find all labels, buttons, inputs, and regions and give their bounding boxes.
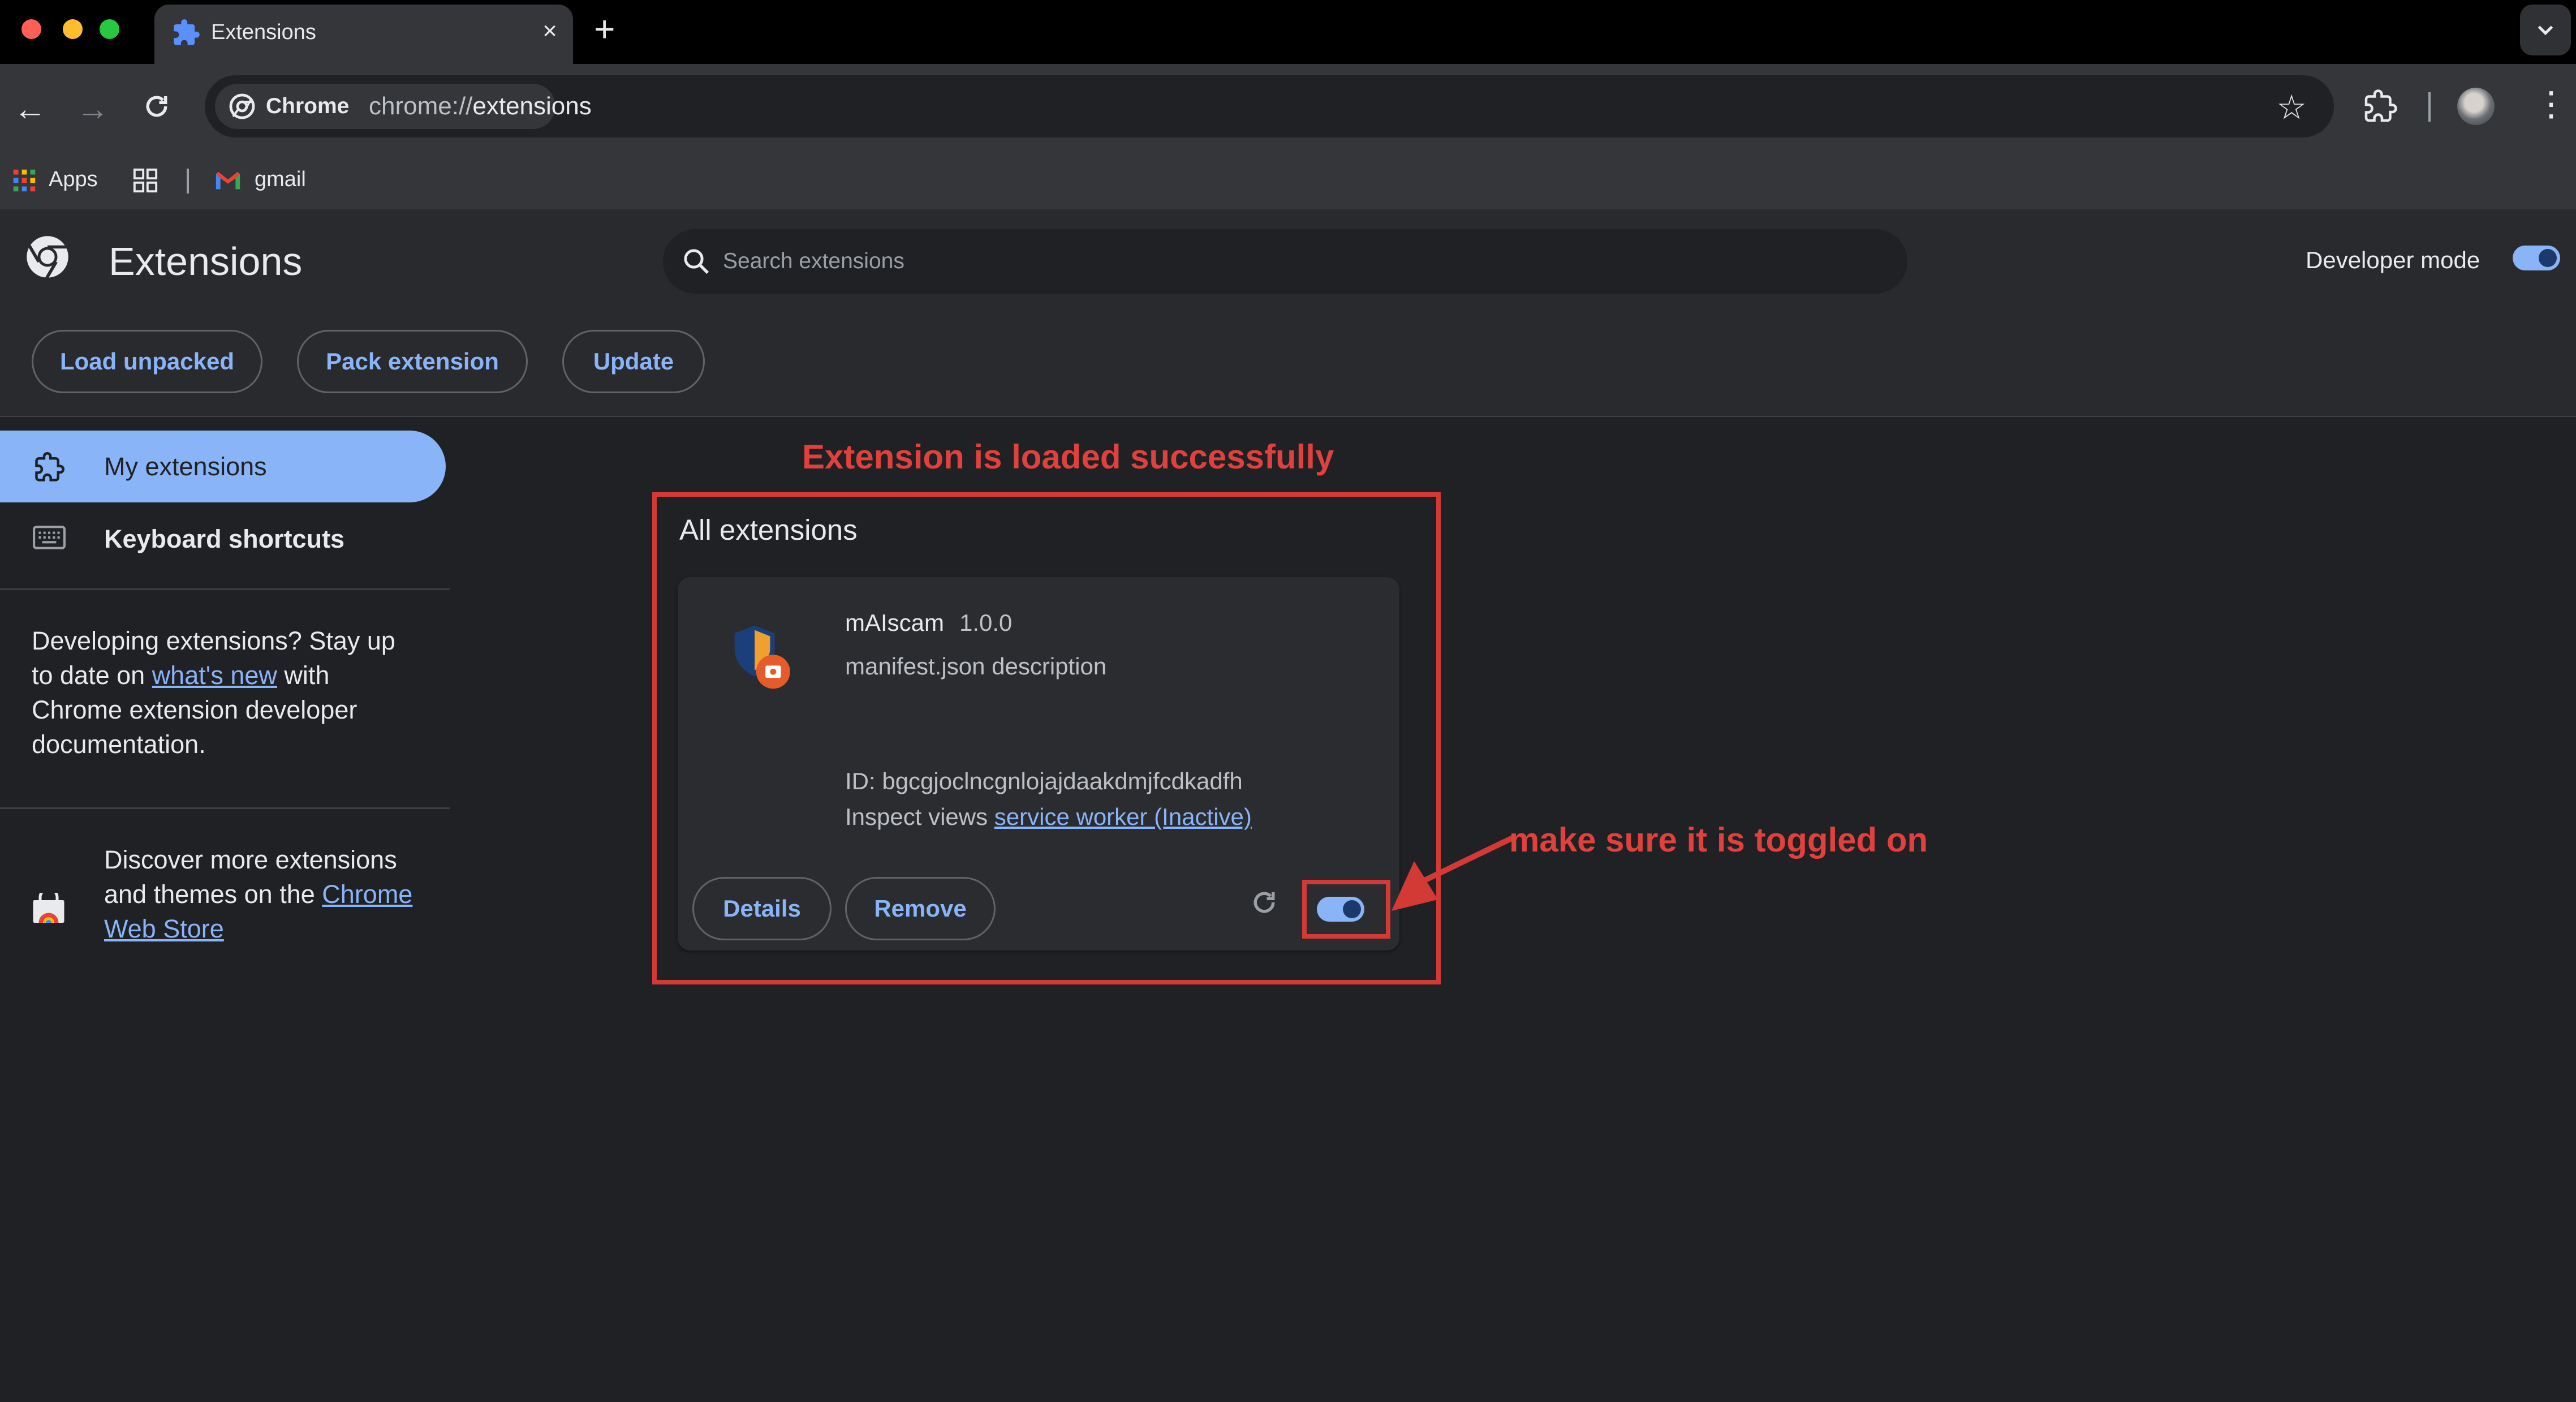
bookmark-star-icon[interactable]: ☆ [2276, 88, 2307, 127]
search-icon [684, 249, 709, 274]
keyboard-icon [33, 526, 66, 549]
puzzle-icon [174, 19, 200, 45]
browser-toolbar: ← → Chrome chrome://extensions ☆ ⋮ Apps … [0, 64, 2576, 209]
developer-mode-label: Developer mode [2306, 247, 2480, 273]
new-tab-button[interactable]: + [594, 8, 615, 50]
bookmark-gmail[interactable]: gmail [255, 167, 306, 192]
bookmark-apps[interactable]: Apps [49, 167, 98, 192]
puzzle-outline-icon [35, 452, 64, 481]
tab-groups-icon[interactable] [132, 167, 158, 193]
sidebar-divider [0, 807, 450, 809]
pack-extension-button[interactable]: Pack extension [297, 330, 528, 393]
reload-extension-icon[interactable] [1249, 887, 1280, 918]
bookmarks-bar: Apps gmail [0, 152, 2576, 208]
chevron-down-icon [2538, 25, 2553, 36]
tab-extensions[interactable]: Extensions × [154, 5, 573, 64]
inspect-views-label: Inspect views [845, 803, 994, 830]
chrome-icon [229, 93, 255, 119]
chrome-logo-icon [27, 236, 68, 279]
annotation-loaded: Extension is loaded successfully [802, 438, 1334, 476]
page-title: Extensions [109, 239, 303, 283]
extension-shield-icon [734, 625, 790, 689]
avatar[interactable] [2457, 88, 2495, 125]
gmail-icon [216, 171, 240, 190]
site-chip-label: Chrome [266, 94, 350, 118]
inspect-views: Inspect views service worker (Inactive) [845, 803, 1252, 831]
sidebar-divider [0, 588, 450, 590]
forward-arrow-icon[interactable]: → [76, 90, 109, 128]
window-close-button[interactable] [21, 19, 41, 39]
update-button[interactable]: Update [562, 330, 705, 393]
details-button[interactable]: Details [692, 877, 832, 940]
extensions-puzzle-icon[interactable] [2363, 89, 2397, 123]
bookmark-separator [187, 169, 189, 193]
tab-close-icon[interactable]: × [542, 17, 557, 45]
extension-name: mAIscam [845, 609, 945, 636]
toggle-knob [2539, 249, 2557, 267]
remove-button[interactable]: Remove [845, 877, 996, 940]
window-maximize-button[interactable] [100, 19, 119, 39]
service-worker-link[interactable]: service worker (Inactive) [994, 803, 1252, 830]
web-store-icon [33, 893, 64, 923]
extension-description: manifest.json description [845, 653, 1107, 680]
section-title: All extensions [679, 514, 858, 546]
search-placeholder: Search extensions [723, 249, 904, 273]
sidebar-item-keyboard-shortcuts[interactable]: Keyboard shortcuts [0, 502, 446, 574]
tab-search-button[interactable] [2520, 5, 2571, 55]
sidebar: My extensions Keyboard shortcuts Develop… [0, 417, 450, 1402]
toolbar-divider [2428, 92, 2431, 122]
url-scheme: chrome:// [369, 92, 473, 120]
sidebar-item-my-extensions[interactable]: My extensions [0, 431, 446, 502]
sidebar-item-label: My extensions [104, 452, 267, 481]
extension-enabled-toggle[interactable] [1317, 897, 1364, 922]
tab-title: Extensions [211, 20, 316, 44]
toggle-knob [1343, 900, 1361, 918]
extension-id: ID: bgcgjoclncgnlojajdaakdmjfcdkadfh [845, 768, 1243, 794]
annotation-arrow [1392, 833, 1518, 911]
apps-grid-icon[interactable] [12, 169, 36, 192]
back-arrow-icon[interactable]: ← [14, 90, 46, 128]
web-store-note: Discover more extensions and themes on t… [104, 842, 421, 946]
sidebar-item-label: Keyboard shortcuts [104, 524, 345, 553]
url-host: extensions [472, 92, 592, 120]
window-minimize-button[interactable] [63, 19, 83, 39]
address-bar[interactable]: Chrome chrome://extensions ☆ [205, 75, 2334, 137]
more-menu-icon[interactable]: ⋮ [2534, 84, 2568, 124]
extensions-header: Extensions Search extensions Developer m… [0, 209, 2576, 417]
reload-icon[interactable] [141, 91, 172, 122]
load-unpacked-button[interactable]: Load unpacked [32, 330, 262, 393]
developer-mode-toggle[interactable] [2513, 246, 2560, 270]
search-input[interactable]: Search extensions [663, 229, 1907, 294]
extension-card: mAIscam 1.0.0 manifest.json description … [678, 577, 1399, 951]
url-text[interactable]: chrome://extensions [369, 92, 592, 121]
tab-strip: Extensions × + [0, 0, 2576, 64]
whats-new-link[interactable]: what's new [152, 661, 277, 690]
developer-note: Developing extensions? Stay up to date o… [32, 623, 405, 762]
annotation-toggle-hint: make sure it is toggled on [1509, 821, 1928, 859]
extension-version: 1.0.0 [959, 609, 1013, 636]
